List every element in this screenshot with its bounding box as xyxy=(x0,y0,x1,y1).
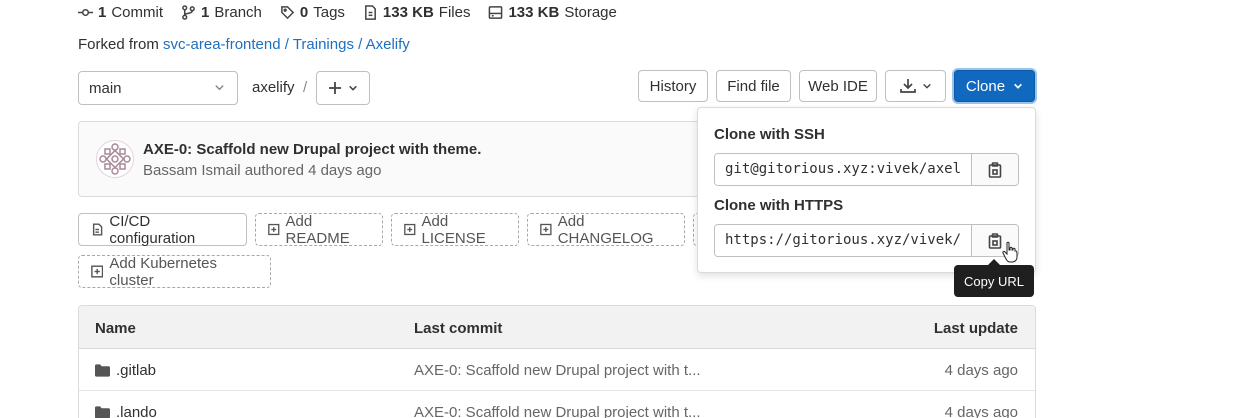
commits-label: Commit xyxy=(111,4,164,21)
storage-size: 133 KB xyxy=(508,4,560,21)
download-icon xyxy=(899,79,916,93)
web-ide-button[interactable]: Web IDE xyxy=(799,70,877,102)
folder-icon xyxy=(95,406,110,418)
ssh-label: Clone with SSH xyxy=(714,126,825,143)
storage-stat[interactable]: 133 KB Storage xyxy=(488,4,617,21)
commit-icon xyxy=(78,8,93,17)
path-separator: / xyxy=(303,79,308,96)
clipboard-icon xyxy=(988,161,1002,178)
file-name-cell[interactable]: .lando xyxy=(95,404,157,418)
branches-count: 1 xyxy=(201,4,210,21)
tag-icon xyxy=(281,6,295,20)
branch-selector[interactable]: main xyxy=(78,71,238,105)
commits-stat[interactable]: 1 Commit xyxy=(78,4,163,21)
forked-from: Forked from svc-area-frontend / Training… xyxy=(78,36,410,53)
add-license-button[interactable]: Add LICENSE xyxy=(391,212,519,247)
https-url-group: https://gitorious.xyz/vivek/ xyxy=(714,224,1019,257)
header-last-update: Last update xyxy=(933,320,1018,337)
storage-label: Storage xyxy=(564,4,617,21)
license-label: Add LICENSE xyxy=(421,212,486,247)
history-button[interactable]: History xyxy=(638,70,708,102)
commit-message-cell[interactable]: AXE-0: Scaffold new Drupal project with … xyxy=(414,362,701,379)
file-table: Name Last commit Last update .gitlab AXE… xyxy=(78,305,1036,418)
plus-square-icon xyxy=(540,223,552,236)
files-stat[interactable]: 133 KB Files xyxy=(363,4,471,21)
last-update-cell: 4 days ago xyxy=(944,362,1018,379)
table-row[interactable]: .lando AXE-0: Scaffold new Drupal projec… xyxy=(79,391,1035,418)
table-row[interactable]: .gitlab AXE-0: Scaffold new Drupal proje… xyxy=(79,349,1035,391)
commit-title[interactable]: AXE-0: Scaffold new Drupal project with … xyxy=(143,141,481,158)
add-kubernetes-button[interactable]: Add Kubernetes cluster xyxy=(78,254,271,289)
readme-label: Add README xyxy=(285,212,350,247)
copy-ssh-button[interactable] xyxy=(971,154,1018,185)
project-stats: 1 Commit 1 Branch 0 Tags 133 KB Files 13… xyxy=(78,4,617,21)
changelog-label: Add CHANGELOG xyxy=(557,212,654,247)
plus-square-icon xyxy=(404,223,416,236)
forked-prefix: Forked from xyxy=(78,36,159,53)
tags-stat[interactable]: 0 Tags xyxy=(280,4,345,21)
clone-label: Clone xyxy=(965,77,1006,95)
find-file-button[interactable]: Find file xyxy=(716,70,791,102)
storage-icon xyxy=(489,6,503,19)
tags-label: Tags xyxy=(313,4,345,21)
kubernetes-label: Add Kubernetes cluster xyxy=(109,254,217,289)
fork-source-link[interactable]: svc-area-frontend / Trainings / Axelify xyxy=(163,36,410,53)
add-file-dropdown[interactable] xyxy=(316,71,370,105)
branch-name: main xyxy=(89,79,122,97)
folder-icon xyxy=(95,364,110,377)
add-changelog-button[interactable]: Add CHANGELOG xyxy=(527,212,685,247)
file-name: .gitlab xyxy=(116,362,157,379)
clone-dropdown: Clone with SSH git@gitorious.xyz:vivek/a… xyxy=(697,107,1036,273)
file-name-cell[interactable]: .gitlab xyxy=(95,362,156,379)
add-readme-button[interactable]: Add README xyxy=(255,212,383,247)
clipboard-icon xyxy=(988,232,1002,249)
ssh-url-group: git@gitorious.xyz:vivek/axel xyxy=(714,153,1019,186)
https-url-input[interactable]: https://gitorious.xyz/vivek/ xyxy=(715,225,971,256)
cicd-configuration-button[interactable]: CI/CD configuration xyxy=(78,212,247,247)
table-header: Name Last commit Last update xyxy=(79,306,1035,349)
clone-button[interactable]: Clone xyxy=(954,70,1035,102)
plus-icon xyxy=(329,82,341,94)
doc-icon xyxy=(92,223,103,236)
hand-cursor-icon xyxy=(1002,241,1018,263)
chevron-down-icon xyxy=(214,80,225,97)
file-name: .lando xyxy=(116,404,157,418)
last-update-cell: 4 days ago xyxy=(944,404,1018,418)
header-name: Name xyxy=(95,320,136,337)
repo-path[interactable]: axelify xyxy=(252,79,295,96)
branches-label: Branch xyxy=(214,4,262,21)
tags-count: 0 xyxy=(299,4,309,21)
plus-square-icon xyxy=(268,223,280,236)
header-last-commit: Last commit xyxy=(414,320,503,337)
file-icon xyxy=(364,5,376,20)
avatar[interactable] xyxy=(96,140,134,178)
https-label: Clone with HTTPS xyxy=(714,197,844,214)
download-dropdown[interactable] xyxy=(885,70,946,102)
chevron-down-icon xyxy=(922,83,931,89)
branch-icon xyxy=(182,5,195,20)
branches-stat[interactable]: 1 Branch xyxy=(181,4,262,21)
cicd-label: CI/CD configuration xyxy=(109,212,196,247)
plus-square-icon xyxy=(91,265,104,278)
commit-message-cell[interactable]: AXE-0: Scaffold new Drupal project with … xyxy=(414,404,701,418)
copy-url-tooltip: Copy URL xyxy=(954,259,1034,297)
files-label: Files xyxy=(438,4,471,21)
commit-meta: Bassam Ismail authored 4 days ago xyxy=(143,162,382,179)
chevron-down-icon xyxy=(349,85,357,91)
commits-count: 1 xyxy=(98,4,107,21)
files-size: 133 KB xyxy=(382,4,434,21)
last-commit-panel: AXE-0: Scaffold new Drupal project with … xyxy=(78,121,718,197)
avatar-identicon xyxy=(99,143,131,175)
ssh-url-input[interactable]: git@gitorious.xyz:vivek/axel xyxy=(715,154,971,185)
chevron-down-icon xyxy=(1014,83,1023,89)
